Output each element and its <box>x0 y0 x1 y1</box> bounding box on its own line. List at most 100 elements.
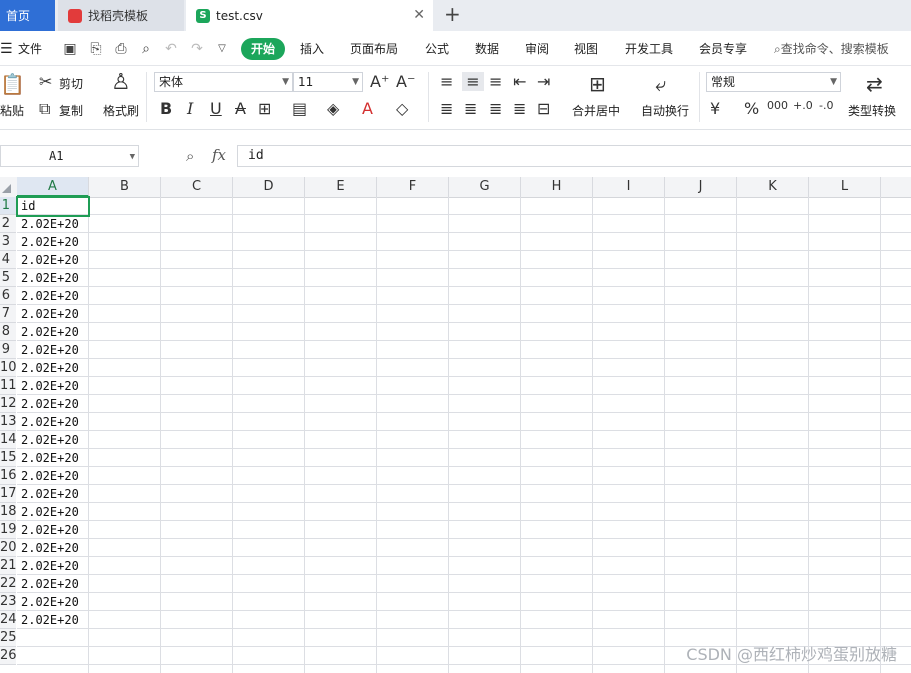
table-cell[interactable]: 2.02E+20 <box>17 251 88 269</box>
select-all-corner[interactable] <box>0 177 16 197</box>
save-icon[interactable]: ▣ <box>61 40 79 58</box>
font-name-select[interactable]: 宋体 ▼ <box>154 72 293 92</box>
decrease-decimal-icon[interactable]: -.0 <box>819 99 833 112</box>
menu-page-layout[interactable]: 页面布局 <box>350 40 398 58</box>
row-header[interactable]: 15 <box>0 449 16 467</box>
row-header[interactable]: 12 <box>0 395 16 413</box>
table-cell[interactable] <box>17 647 88 665</box>
export-pdf-icon[interactable]: ⎘ <box>87 40 105 58</box>
row-header[interactable]: 3 <box>0 233 16 251</box>
row-header[interactable]: 26 <box>0 647 16 665</box>
table-cell[interactable]: 2.02E+20 <box>17 305 88 323</box>
column-header[interactable]: D <box>233 177 305 197</box>
row-header[interactable]: 4 <box>0 251 16 269</box>
row-header[interactable]: 8 <box>0 323 16 341</box>
row-header[interactable]: 23 <box>0 593 16 611</box>
column-header[interactable]: B <box>89 177 161 197</box>
column-header[interactable]: H <box>521 177 593 197</box>
table-cell[interactable]: 2.02E+20 <box>17 521 88 539</box>
row-header[interactable]: 6 <box>0 287 16 305</box>
menu-member[interactable]: 会员专享 <box>699 40 747 58</box>
indent-increase-icon[interactable]: ⇥ <box>537 72 550 91</box>
column-header[interactable]: K <box>737 177 809 197</box>
hamburger-icon[interactable]: ☰ <box>0 40 13 58</box>
align-middle-icon[interactable]: ≡ <box>462 72 484 91</box>
tab-home[interactable]: 首页 <box>0 0 55 31</box>
table-cell[interactable]: 2.02E+20 <box>17 395 88 413</box>
table-cell[interactable]: 2.02E+20 <box>17 449 88 467</box>
paste-button[interactable]: 粘贴 <box>0 102 24 119</box>
row-header[interactable]: 18 <box>0 503 16 521</box>
table-cell[interactable]: 2.02E+20 <box>17 341 88 359</box>
close-icon[interactable]: ✕ <box>413 7 425 23</box>
clear-format-icon[interactable]: ◇ <box>396 99 408 118</box>
wrap-text-button[interactable]: 自动换行 <box>641 102 689 119</box>
table-cell[interactable]: 2.02E+20 <box>17 485 88 503</box>
row-header[interactable]: 5 <box>0 269 16 287</box>
new-tab-icon[interactable]: + <box>444 2 461 26</box>
menu-developer[interactable]: 开发工具 <box>625 40 673 58</box>
align-right-icon[interactable]: ≣ <box>489 99 502 118</box>
row-header[interactable]: 14 <box>0 431 16 449</box>
font-color-icon[interactable]: A <box>362 99 373 118</box>
row-header[interactable]: 1 <box>0 197 16 215</box>
formula-input[interactable]: id <box>237 145 911 167</box>
table-cell[interactable]: 2.02E+20 <box>17 467 88 485</box>
table-cell[interactable]: 2.02E+20 <box>17 377 88 395</box>
table-cell[interactable]: 2.02E+20 <box>17 557 88 575</box>
menu-insert[interactable]: 插入 <box>300 40 324 58</box>
table-cell[interactable]: 2.02E+20 <box>17 431 88 449</box>
redo-icon[interactable]: ↷ <box>188 40 206 58</box>
increase-decimal-icon[interactable]: +.0 <box>793 99 813 112</box>
column-header[interactable]: G <box>449 177 521 197</box>
row-header[interactable]: 16 <box>0 467 16 485</box>
font-size-select[interactable]: 11 ▼ <box>293 72 363 92</box>
row-header[interactable]: 2 <box>0 215 16 233</box>
zoom-icon[interactable]: ⌕ <box>186 147 194 165</box>
align-top-icon[interactable]: ≡ <box>440 72 453 91</box>
row-header[interactable]: 21 <box>0 557 16 575</box>
row-header[interactable]: 9 <box>0 341 16 359</box>
row-header[interactable]: 25 <box>0 629 16 647</box>
merge-center-button[interactable]: 合并居中 <box>572 102 620 119</box>
row-header[interactable]: 10 <box>0 359 16 377</box>
column-header[interactable]: F <box>377 177 449 197</box>
convert-type-button[interactable]: 类型转换 <box>848 102 896 119</box>
menu-review[interactable]: 审阅 <box>525 40 549 58</box>
undo-icon[interactable]: ↶ <box>162 40 180 58</box>
menu-start[interactable]: 开始 <box>241 38 285 60</box>
cut-button[interactable]: 剪切 <box>59 75 83 92</box>
table-cell[interactable]: 2.02E+20 <box>17 413 88 431</box>
tab-template[interactable]: 找稻壳模板 <box>58 0 184 31</box>
column-header[interactable]: L <box>809 177 881 197</box>
increase-font-icon[interactable]: A⁺ <box>370 72 389 91</box>
command-search[interactable]: ⌕查找命令、搜索模板 <box>774 40 889 58</box>
thousands-separator-icon[interactable]: 000 <box>767 99 788 112</box>
row-header[interactable]: 7 <box>0 305 16 323</box>
align-bottom-icon[interactable]: ≡ <box>489 72 502 91</box>
percent-icon[interactable]: % <box>744 99 759 118</box>
table-cell[interactable]: 2.02E+20 <box>17 359 88 377</box>
table-cell[interactable] <box>17 629 88 647</box>
cell-style-icon[interactable]: ▤ <box>292 99 307 118</box>
row-header[interactable]: 17 <box>0 485 16 503</box>
row-header[interactable]: 20 <box>0 539 16 557</box>
table-cell[interactable]: 2.02E+20 <box>17 611 88 629</box>
copy-button[interactable]: 复制 <box>59 102 83 119</box>
row-header[interactable]: 11 <box>0 377 16 395</box>
fill-color-icon[interactable]: ◈ <box>327 99 339 118</box>
cell-grid[interactable] <box>17 197 911 673</box>
row-header[interactable]: 22 <box>0 575 16 593</box>
row-header[interactable]: 19 <box>0 521 16 539</box>
column-header[interactable]: I <box>593 177 665 197</box>
align-center-icon[interactable]: ≣ <box>464 99 477 118</box>
row-header[interactable]: 13 <box>0 413 16 431</box>
italic-icon[interactable]: I <box>187 99 193 118</box>
column-header[interactable]: E <box>305 177 377 197</box>
number-format-select[interactable]: 常规 ▼ <box>706 72 841 92</box>
table-cell[interactable]: 2.02E+20 <box>17 215 88 233</box>
border-icon[interactable]: ⊞ <box>258 99 271 118</box>
menu-file[interactable]: 文件 <box>18 40 42 58</box>
table-cell[interactable]: 2.02E+20 <box>17 233 88 251</box>
table-cell[interactable]: 2.02E+20 <box>17 323 88 341</box>
